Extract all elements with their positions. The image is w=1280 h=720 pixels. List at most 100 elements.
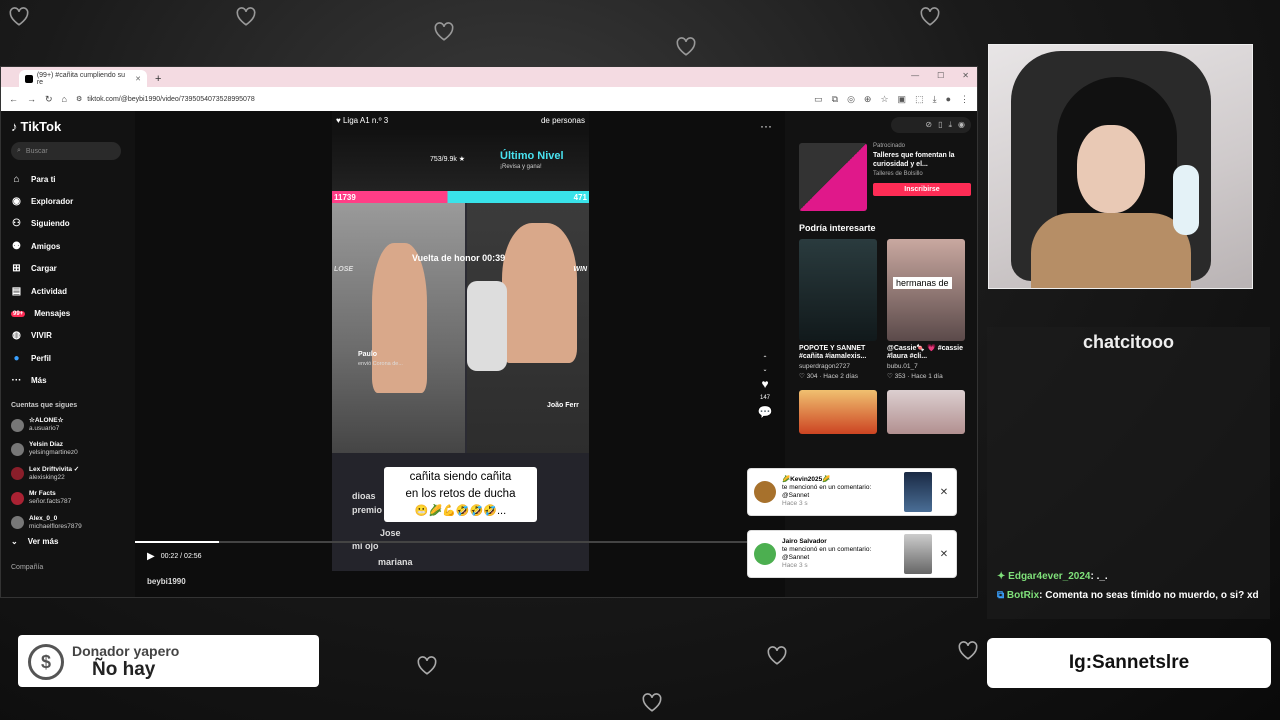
card-thumbnail[interactable] — [887, 390, 965, 434]
mention-notification[interactable]: Jairo Salvador te mencionó en un comenta… — [747, 530, 957, 578]
chat-line: dioas — [352, 491, 376, 501]
tiktok-logo[interactable]: ♪ TikTok — [11, 119, 121, 134]
video-player-area[interactable]: ♥ Liga A1 n.º 3 de personas 753/9.9k ★ Ú… — [135, 111, 785, 597]
nav-para-ti[interactable]: ⌂ Para ti — [11, 168, 121, 190]
puzzle-icon[interactable]: ⬚ — [915, 94, 924, 105]
live-icon: ◍ — [12, 330, 21, 342]
nav-mensajes[interactable]: 99+ Mensajes — [11, 302, 121, 324]
chat-line: premio — [352, 505, 383, 515]
see-more-button[interactable]: ⌄ Ver más — [11, 537, 121, 546]
card-thumbnail[interactable]: hermanas de — [887, 239, 965, 341]
card-title: POPOTE Y SANNET #cañita #iamalexis... — [799, 345, 867, 360]
screen-icon[interactable]: ▭ — [814, 94, 823, 105]
subscribe-button[interactable]: Inscribirse — [873, 183, 971, 196]
company-label[interactable]: Compañía — [11, 564, 121, 571]
scroll-down-icon[interactable]: ⌄ — [762, 366, 767, 373]
close-tab-icon[interactable]: ✕ — [135, 75, 141, 83]
following-account[interactable]: Yelsin Díaz yelsingmartinez0 — [11, 437, 121, 461]
home-browser-icon[interactable]: ⌂ — [62, 94, 67, 104]
card-meta: ♡ 353 · Hace 1 día — [887, 373, 943, 380]
recommendations-grid: POPOTE Y SANNET #cañita #iamalexis... su… — [799, 239, 971, 434]
nav-cargar[interactable]: ⊞ Cargar — [11, 258, 121, 280]
heart-decoration-icon — [917, 2, 943, 28]
search-input[interactable]: ⌕ Buscar — [11, 142, 121, 160]
comment-icon[interactable]: 💬 — [758, 405, 773, 419]
following-account[interactable]: Lex Driftvivita ✓ alexisking22 — [11, 462, 121, 486]
new-tab-icon[interactable]: + — [155, 73, 161, 85]
sponsored-ad[interactable]: Patrocinado Talleres que fomentan la cur… — [799, 143, 971, 211]
nav-vivir[interactable]: ◍ VIVIR — [11, 325, 121, 347]
forward-icon[interactable]: → — [27, 94, 36, 104]
bookmark-star-icon[interactable]: ☆ — [880, 94, 888, 105]
heart-decoration-icon — [414, 651, 440, 677]
person-figure — [372, 243, 427, 393]
heart-decoration-icon — [955, 636, 981, 662]
avatar — [11, 442, 24, 456]
battle-score-bar: 11739 471 — [332, 191, 589, 203]
tab-title: (99+) #cañita cumpliendo su re — [36, 71, 125, 86]
notification-thumbnail[interactable] — [904, 472, 932, 512]
profile-avatar-icon[interactable]: ● — [946, 94, 951, 105]
search-icon: ⌕ — [17, 147, 21, 154]
play-icon[interactable]: ▶ — [147, 551, 155, 562]
nav-mas[interactable]: ··· Más — [11, 370, 121, 392]
menu-dots-icon[interactable]: ⋮ — [960, 94, 969, 105]
back-icon[interactable]: ← — [9, 94, 18, 104]
gift-sender-name: Paulo — [358, 351, 378, 358]
card-thumbnail[interactable] — [799, 239, 877, 341]
mention-notification[interactable]: 🌽Kevin2025🌽 te mencionó en un comentario… — [747, 468, 957, 516]
shower-scene — [332, 203, 465, 453]
nav-perfil[interactable]: ● Perfil — [11, 347, 121, 369]
card-thumbnail[interactable] — [799, 390, 877, 434]
close-icon[interactable]: ✕ — [938, 549, 950, 560]
following-label: Cuentas que sigues — [11, 401, 78, 409]
donor-value: Ño hay — [92, 659, 156, 680]
video-frame[interactable]: ♥ Liga A1 n.º 3 de personas 753/9.9k ★ Ú… — [332, 111, 589, 571]
site-info-icon[interactable]: ⚙ — [76, 95, 82, 103]
following-account[interactable]: ☆ALONE☆ a.usuario7 — [11, 413, 121, 437]
download-icon[interactable]: ⤓ — [933, 94, 937, 105]
like-count: 147 — [759, 395, 770, 401]
following-account[interactable]: Alex_0_0 michaelflores7879 — [11, 510, 121, 534]
zoom-icon[interactable]: ⊕ — [864, 94, 872, 105]
eye-off-icon[interactable]: ◎ — [847, 94, 855, 105]
chat-message: ✦ Edgar4ever_2024: ._. — [997, 571, 1108, 582]
url-field[interactable]: ⚙ tiktok.com/@beybi1990/video/7395054073… — [76, 95, 255, 104]
nav-amigos[interactable]: ⚉ Amigos — [11, 235, 121, 257]
close-window-icon[interactable]: ✕ — [962, 71, 969, 80]
chat-user-icon: ✦ — [997, 571, 1006, 582]
compass-small-icon[interactable]: ⊘ — [925, 120, 932, 130]
recommended-card[interactable]: POPOTE Y SANNET #cañita #iamalexis... su… — [799, 239, 877, 380]
instagram-handle: Ig:Sannetslre — [987, 638, 1271, 688]
chat-line: mariana — [378, 557, 413, 567]
card-title: @Cassie🍬 💗 #cassie #laura #cli... — [887, 345, 964, 360]
notification-thumbnail[interactable] — [904, 534, 932, 574]
phone-small-icon[interactable]: ▯ — [938, 120, 942, 130]
ad-thumbnail[interactable] — [799, 143, 867, 211]
download-small-icon[interactable]: ⤓ — [948, 120, 952, 130]
chevron-down-icon: ⌄ — [11, 536, 18, 546]
extension-icons: ▭ ⧉ ◎ ⊕ ☆ ▣ ⬚ ⤓ ● ⋮ — [814, 94, 969, 105]
reload-icon[interactable]: ↻ — [45, 94, 53, 105]
window-controls: — ☐ ✕ — [911, 71, 969, 80]
scroll-up-icon[interactable]: ⌃ — [762, 355, 767, 362]
nav-siguiendo[interactable]: ⚇ Siguiendo — [11, 213, 121, 235]
heart-decoration-icon — [431, 17, 457, 43]
video-progress-bar[interactable] — [135, 541, 785, 543]
following-account[interactable]: Mr Facts señor.facts787 — [11, 486, 121, 510]
recommended-card[interactable]: hermanas de @Cassie🍬 💗 #cassie #laura #c… — [887, 239, 965, 380]
browser-tab[interactable]: (99+) #cañita cumpliendo su re ✕ — [19, 70, 147, 87]
more-options-icon[interactable]: ··· — [760, 119, 772, 133]
maximize-icon[interactable]: ☐ — [937, 71, 944, 80]
profile-small-icon[interactable]: ◉ — [958, 120, 965, 130]
compass-icon: ◉ — [12, 196, 21, 208]
like-heart-icon[interactable]: ♥ — [761, 377, 768, 391]
video-author[interactable]: beybi1990 — [147, 577, 186, 586]
extension-icon[interactable]: ▣ — [898, 94, 907, 105]
translate-icon[interactable]: ⧉ — [832, 94, 838, 105]
nav-actividad[interactable]: ▤ Actividad — [11, 280, 121, 302]
close-icon[interactable]: ✕ — [938, 487, 950, 498]
more-icon: ··· — [11, 375, 22, 387]
nav-explorador[interactable]: ◉ Explorador — [11, 190, 121, 212]
minimize-icon[interactable]: — — [911, 71, 919, 80]
